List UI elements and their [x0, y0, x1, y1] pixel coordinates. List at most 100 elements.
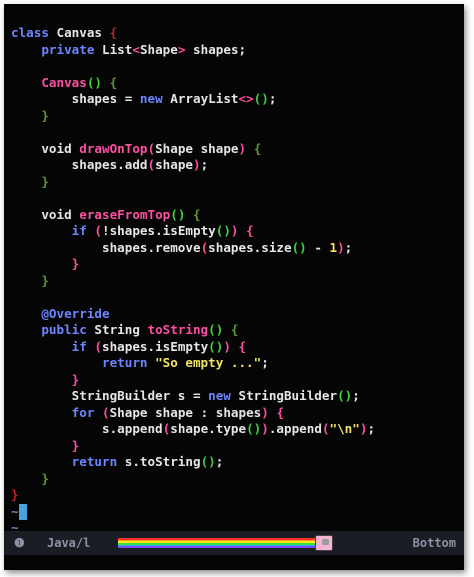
code-token: ; [344, 239, 353, 255]
code-token: ) [223, 338, 231, 354]
code-line[interactable]: } [11, 273, 375, 290]
buffer-position-label: Bottom [412, 536, 456, 550]
code-token: StringBuilder s = [11, 388, 209, 403]
code-line[interactable]: class Canvas { [11, 25, 375, 42]
code-token: shapes.add [11, 157, 148, 172]
code-token: ( [94, 338, 102, 354]
code-token: 1 [329, 239, 338, 255]
code-line[interactable]: } [11, 372, 375, 389]
code-token: ; [268, 91, 277, 106]
code-line[interactable]: shapes.remove(shapes.size() - 1); [11, 240, 375, 257]
code-token: s.append [11, 421, 163, 436]
code-token: ( [147, 140, 156, 156]
code-line[interactable]: for (Shape shape : shapes) { [11, 405, 375, 422]
code-token: < [132, 41, 140, 57]
code-line[interactable]: public String toString() { [11, 322, 375, 339]
code-token: ) [261, 404, 269, 420]
code-token: ; [261, 355, 269, 370]
code-token: eraseFromTop [79, 206, 171, 222]
code-token: { [230, 322, 239, 337]
code-token: } [11, 371, 80, 387]
code-token: } [11, 487, 19, 502]
code-token: ) [238, 140, 247, 156]
code-line[interactable]: void drawOnTop(Shape shape) { [11, 141, 375, 158]
code-token: () [246, 421, 262, 436]
code-line[interactable] [11, 190, 375, 207]
code-token: public [11, 322, 95, 337]
status-line: ❶ Java/l Bottom [4, 531, 464, 555]
code-token: ; [367, 421, 376, 436]
code-line[interactable]: @Override [11, 306, 375, 323]
code-line[interactable]: void eraseFromTop() { [11, 207, 375, 224]
code-token: ) [230, 223, 239, 238]
code-token: ; [352, 388, 360, 403]
code-token: !shapes.isEmpty [102, 223, 216, 238]
code-line[interactable]: } [11, 438, 375, 455]
code-line[interactable]: } [11, 108, 375, 125]
code-line[interactable]: StringBuilder s = new StringBuilder(); [11, 388, 375, 405]
code-token: return [11, 355, 156, 370]
code-token: private [11, 41, 102, 57]
code-line[interactable]: shapes.add(shape); [11, 157, 375, 174]
code-token: StringBuilder [238, 388, 338, 403]
code-line[interactable] [11, 124, 375, 141]
code-token: shapes; [185, 41, 247, 57]
rainbow-stripe [118, 546, 323, 549]
code-token: { [246, 223, 254, 238]
code-token: shapes.isEmpty [102, 338, 209, 354]
code-token: shapes.size [208, 239, 292, 255]
code-token: ; [200, 157, 209, 172]
code-line[interactable]: private List<Shape> shapes; [11, 42, 375, 59]
code-token: () [208, 322, 224, 337]
code-token: } [11, 272, 49, 288]
code-token: ) [261, 421, 269, 436]
code-token: void [11, 206, 80, 222]
code-token: } [11, 470, 49, 486]
code-token: void [11, 140, 80, 156]
code-area[interactable]: class Canvas { private List<Shape> shape… [11, 25, 375, 537]
code-token: () [170, 206, 186, 222]
code-line[interactable]: } [11, 487, 375, 504]
code-token: ( [102, 404, 110, 420]
code-line[interactable]: return "So empty ..."; [11, 355, 375, 372]
code-line[interactable]: } [11, 471, 375, 488]
code-token: <> [238, 91, 254, 106]
code-line[interactable]: return s.toString(); [11, 454, 375, 471]
code-token: class [11, 25, 57, 40]
code-token: () [215, 223, 231, 238]
code-token: drawOnTop [79, 140, 148, 156]
code-token: ) [193, 157, 201, 172]
code-token: { [253, 140, 262, 156]
code-line[interactable]: } [11, 174, 375, 191]
code-line[interactable]: Canvas() { [11, 75, 375, 92]
code-line[interactable]: } [11, 256, 375, 273]
code-token: () [291, 239, 307, 255]
nyan-cat-icon [315, 535, 333, 551]
editor-window: class Canvas { private List<Shape> shape… [4, 4, 464, 570]
code-token: - [306, 239, 330, 255]
code-token: s.toString [124, 454, 201, 469]
code-token: String [94, 322, 148, 337]
code-token: shapes.remove [11, 239, 201, 255]
code-line[interactable] [11, 289, 375, 306]
code-line[interactable]: s.append(shape.type()).append("\n"); [11, 421, 375, 438]
code-token: Canvas [56, 25, 110, 40]
code-token: { [276, 404, 285, 420]
code-token: () [200, 454, 216, 469]
code-line[interactable]: if (!shapes.isEmpty()) { [11, 223, 375, 240]
code-line[interactable] [11, 58, 375, 75]
code-token: { [109, 74, 118, 90]
code-line[interactable]: if (shapes.isEmpty()) { [11, 339, 375, 356]
code-token: @Override [11, 305, 110, 321]
code-line[interactable]: shapes = new ArrayList<>(); [11, 91, 375, 108]
code-token: () [208, 338, 224, 354]
code-token: "\n" [329, 421, 360, 436]
code-token: for [11, 404, 102, 420]
code-token: ( [94, 223, 102, 238]
nyan-progress-bar [118, 538, 323, 549]
